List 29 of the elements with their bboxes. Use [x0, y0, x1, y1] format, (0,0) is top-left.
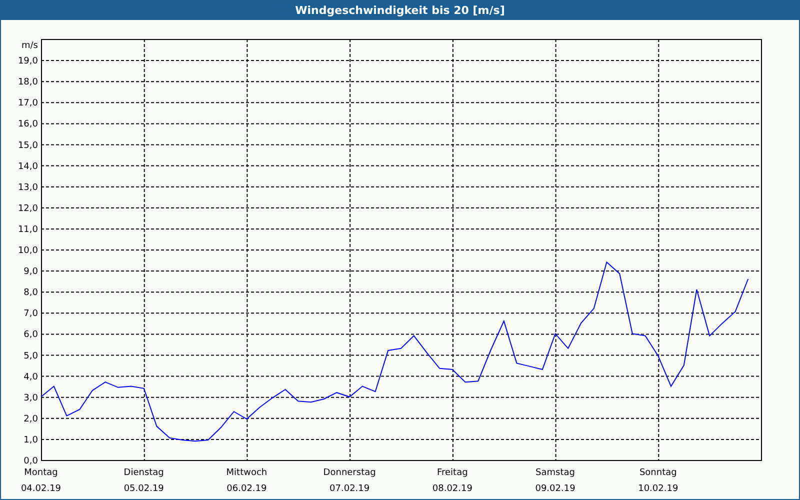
tick-label: 5,0 — [24, 351, 38, 362]
tick-label: 3,0 — [24, 393, 38, 404]
tick-label: Sonntag 10.02.19 — [638, 468, 678, 494]
tick-label: 4,0 — [24, 372, 38, 382]
tick-label: Donnerstag 07.02.19 — [323, 468, 376, 494]
chart-title: Windgeschwindigkeit bis 20 [m/s] — [295, 4, 505, 16]
tick-label: Mittwoch 06.02.19 — [226, 468, 268, 494]
tick-label: 13,0 — [18, 182, 38, 193]
tick-label: 18,0 — [18, 78, 38, 88]
tick-label: Samstag 09.02.19 — [535, 468, 576, 494]
tick-label: 16,0 — [18, 120, 38, 130]
tick-label: 12,0 — [18, 204, 38, 214]
tick-label: 0,0 — [24, 456, 38, 466]
tick-label: 14,0 — [18, 162, 38, 172]
tick-label: 19,0 — [18, 56, 38, 67]
tick-label: 10,0 — [18, 246, 38, 256]
tick-label: 6,0 — [24, 330, 38, 340]
tick-label: 15,0 — [18, 140, 38, 151]
axis-label: m/s — [22, 41, 38, 51]
tick-label: 8,0 — [24, 288, 38, 298]
tick-label: 11,0 — [18, 224, 38, 235]
tick-label: 2,0 — [24, 414, 38, 424]
tick-label: Freitag 08.02.19 — [432, 468, 472, 494]
tick-label: 1,0 — [24, 435, 38, 446]
tick-label: Montag 04.02.19 — [20, 468, 62, 494]
tick-label: 7,0 — [24, 309, 38, 320]
tick-label: 9,0 — [24, 267, 38, 278]
tick-label: Dienstag 05.02.19 — [124, 468, 164, 494]
tick-label: 17,0 — [18, 98, 38, 109]
